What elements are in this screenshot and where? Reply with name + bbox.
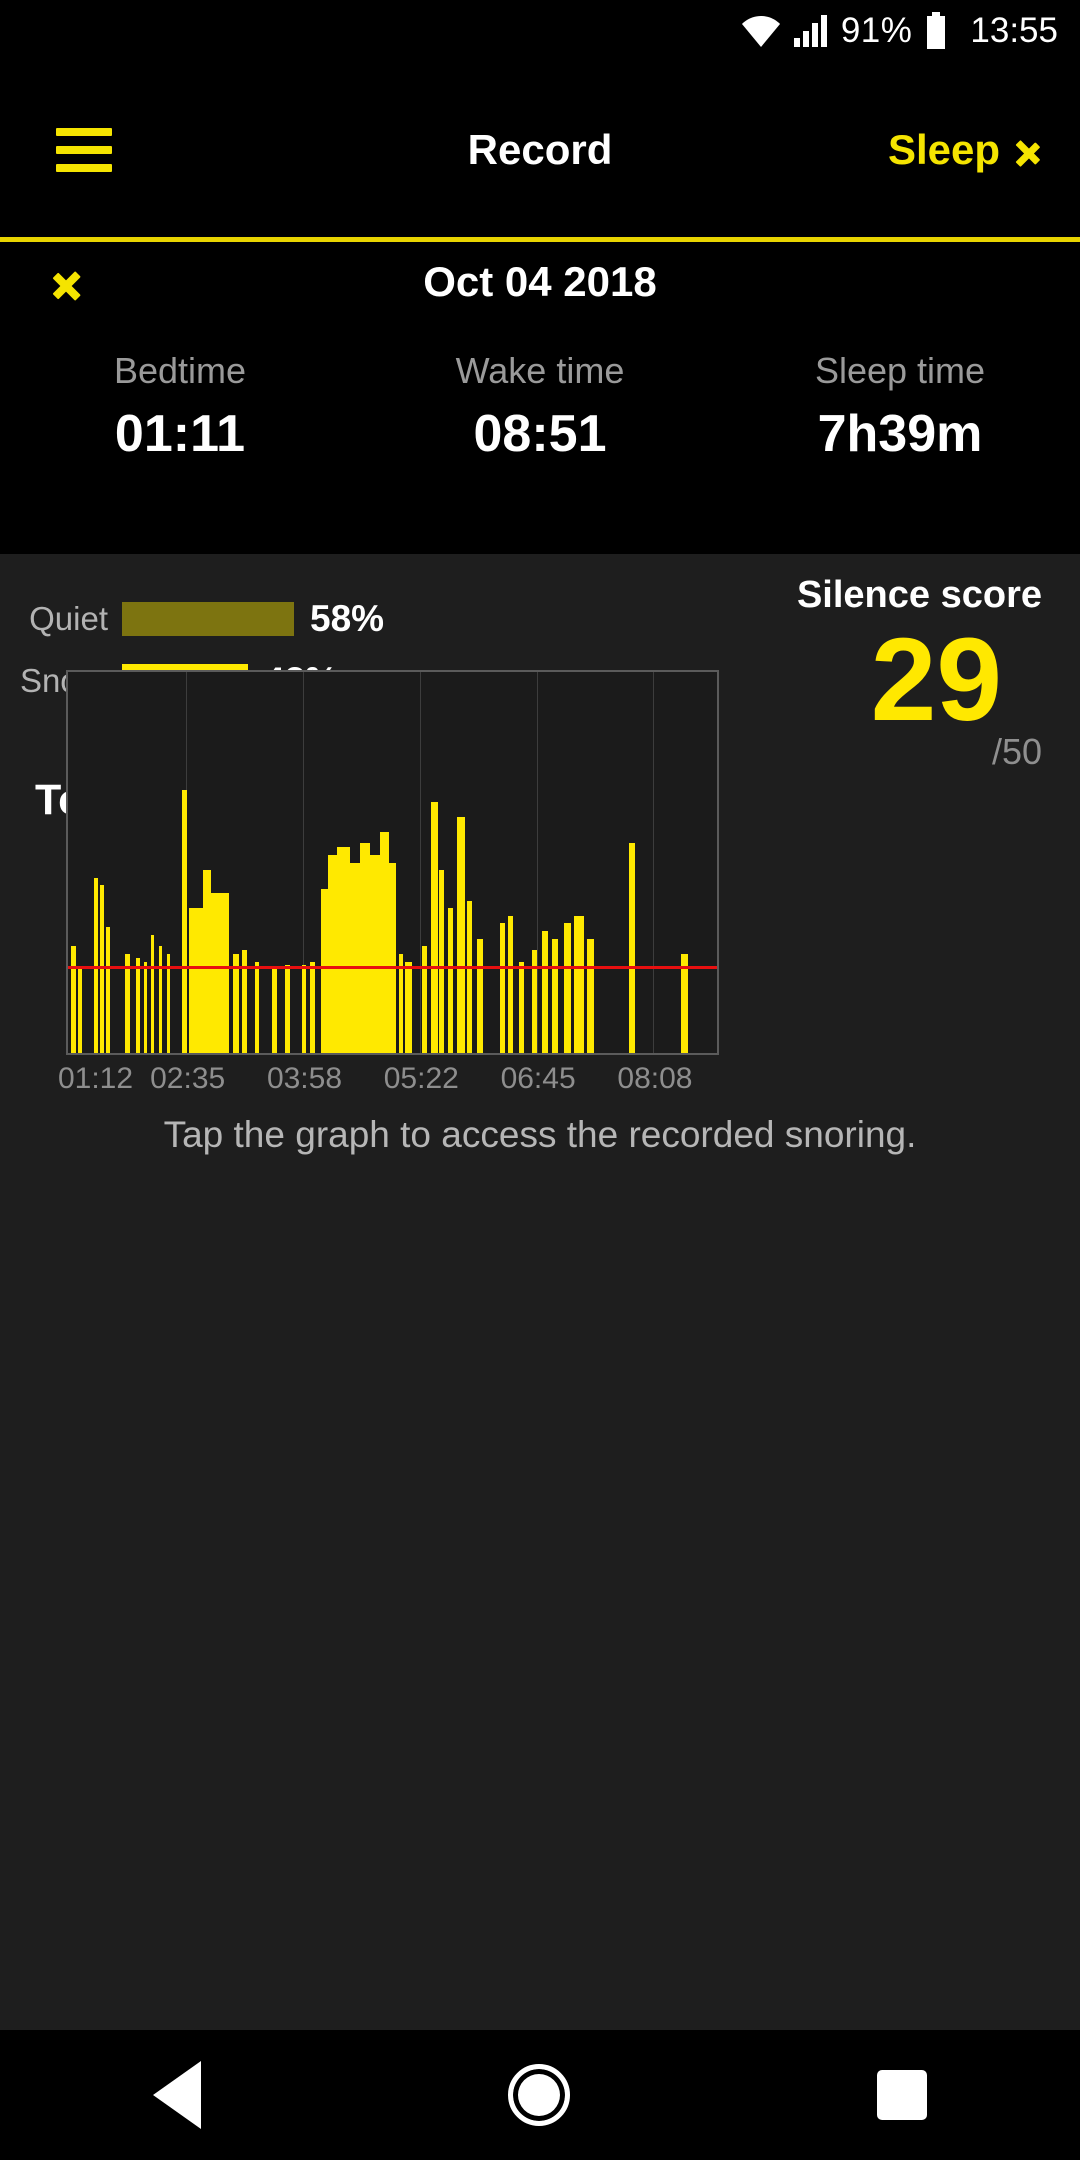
- chart-bar: [360, 843, 370, 1053]
- chart-x-tick-label: 02:35: [150, 1062, 226, 1095]
- chart-bar: [285, 965, 290, 1053]
- chart-bar: [629, 843, 635, 1053]
- chart-bar: [105, 927, 110, 1053]
- sleep-tab-button[interactable]: Sleep: [888, 126, 1040, 174]
- chart-bars-layer: [68, 672, 717, 1053]
- selected-date-label: Oct 04 2018: [423, 258, 657, 305]
- wifi-icon: [741, 14, 781, 48]
- chart-bar: [439, 870, 445, 1053]
- chart-bar: [499, 923, 505, 1053]
- stat-value: 7h39m: [817, 405, 983, 463]
- chart-x-tick-label: 06:45: [500, 1062, 576, 1095]
- chart-bar: [541, 931, 549, 1053]
- status-bar: 91% 13:55: [0, 0, 1080, 62]
- chart-bar: [587, 938, 594, 1053]
- stat-value: 01:11: [114, 405, 246, 463]
- stat-label: Bedtime: [113, 350, 247, 391]
- chart-bar: [254, 961, 259, 1053]
- chart-bar: [202, 870, 211, 1053]
- chart-bar: [431, 801, 438, 1053]
- chart-bar: [181, 790, 188, 1053]
- chart-bar: [77, 969, 83, 1053]
- chart-bar: [508, 915, 514, 1053]
- chevron-right-icon: [1018, 130, 1040, 170]
- chart-bar: [158, 946, 163, 1053]
- quiet-ratio-bar: [122, 602, 294, 636]
- chart-bar: [379, 832, 390, 1053]
- stat-value: 08:51: [473, 405, 607, 463]
- app-bar: Record Sleep: [0, 62, 1080, 237]
- date-bar: Oct 04 2018: [0, 242, 1080, 322]
- app-screen: 91% 13:55 Record Sleep Oct 04 2018 Bedti…: [0, 0, 1080, 2160]
- chart-bar: [519, 961, 525, 1053]
- chart-x-axis-labels: 01:12 02:35 03:58 05:22 06:45 08:08: [0, 1062, 820, 1102]
- battery-percent-label: 91%: [840, 11, 913, 50]
- stat-label: Sleep time: [814, 350, 986, 391]
- chart-bar: [301, 965, 307, 1053]
- stat-wake-time: Wake time 08:51: [360, 322, 720, 554]
- ratio-label: Quiet: [29, 600, 108, 637]
- chart-bar: [188, 908, 203, 1053]
- chart-bar: [421, 946, 427, 1053]
- chart-x-tick-label: 05:22: [383, 1062, 459, 1095]
- chart-bar: [337, 847, 351, 1053]
- chart-bar: [350, 862, 361, 1053]
- stat-sleep-time: Sleep time 7h39m: [720, 322, 1080, 554]
- silence-score-title: Silence score: [796, 574, 1042, 616]
- snore-graph[interactable]: [66, 670, 719, 1055]
- chart-hint-label: Tap the graph to access the recorded sno…: [163, 1114, 917, 1155]
- nav-recents-icon[interactable]: [876, 2070, 927, 2120]
- chart-bar: [476, 938, 484, 1053]
- ratio-percent: 58%: [310, 598, 385, 639]
- chart-bar: [210, 892, 229, 1053]
- chart-bar: [564, 923, 571, 1053]
- chart-bar: [457, 816, 466, 1053]
- chart-bar: [447, 908, 453, 1053]
- chart-x-tick-label: 01:12: [57, 1062, 134, 1095]
- sleep-summary-row: Bedtime 01:11 Wake time 08:51 Sleep time…: [0, 322, 1080, 554]
- chart-bar: [71, 946, 76, 1053]
- stat-bedtime: Bedtime 01:11: [0, 322, 360, 554]
- stat-label: Wake time: [455, 350, 625, 391]
- chart-bar: [143, 961, 148, 1053]
- ratio-row-quiet: Quiet 58%: [0, 588, 560, 650]
- chart-bar: [136, 957, 141, 1053]
- chart-bar: [310, 961, 316, 1053]
- battery-icon: [924, 12, 948, 50]
- chart-bar: [551, 938, 558, 1053]
- content-area: Quiet 58% Snore 42% Silence score 29 /50…: [0, 554, 1080, 2030]
- snore-threshold-line: [68, 966, 717, 970]
- android-nav-bar: [0, 2030, 1080, 2160]
- chart-x-tick-label: 03:58: [266, 1062, 343, 1095]
- status-bar-clock: 13:55: [970, 11, 1058, 50]
- chart-bar: [327, 854, 338, 1053]
- chart-bar: [151, 934, 155, 1053]
- chart-bar: [100, 885, 105, 1053]
- chart-x-tick-label: 08:08: [617, 1062, 693, 1095]
- chart-bar: [272, 969, 277, 1053]
- chevron-left-icon[interactable]: [52, 260, 78, 304]
- signal-icon: [793, 14, 829, 48]
- nav-home-icon[interactable]: [507, 2064, 570, 2126]
- chart-bar: [389, 862, 396, 1053]
- sleep-tab-label: Sleep: [887, 125, 1000, 173]
- nav-back-icon[interactable]: [153, 2061, 202, 2129]
- chart-bar: [405, 961, 412, 1053]
- chart-bar: [574, 915, 584, 1053]
- chart-bar: [467, 900, 473, 1053]
- chart-bar: [369, 854, 380, 1053]
